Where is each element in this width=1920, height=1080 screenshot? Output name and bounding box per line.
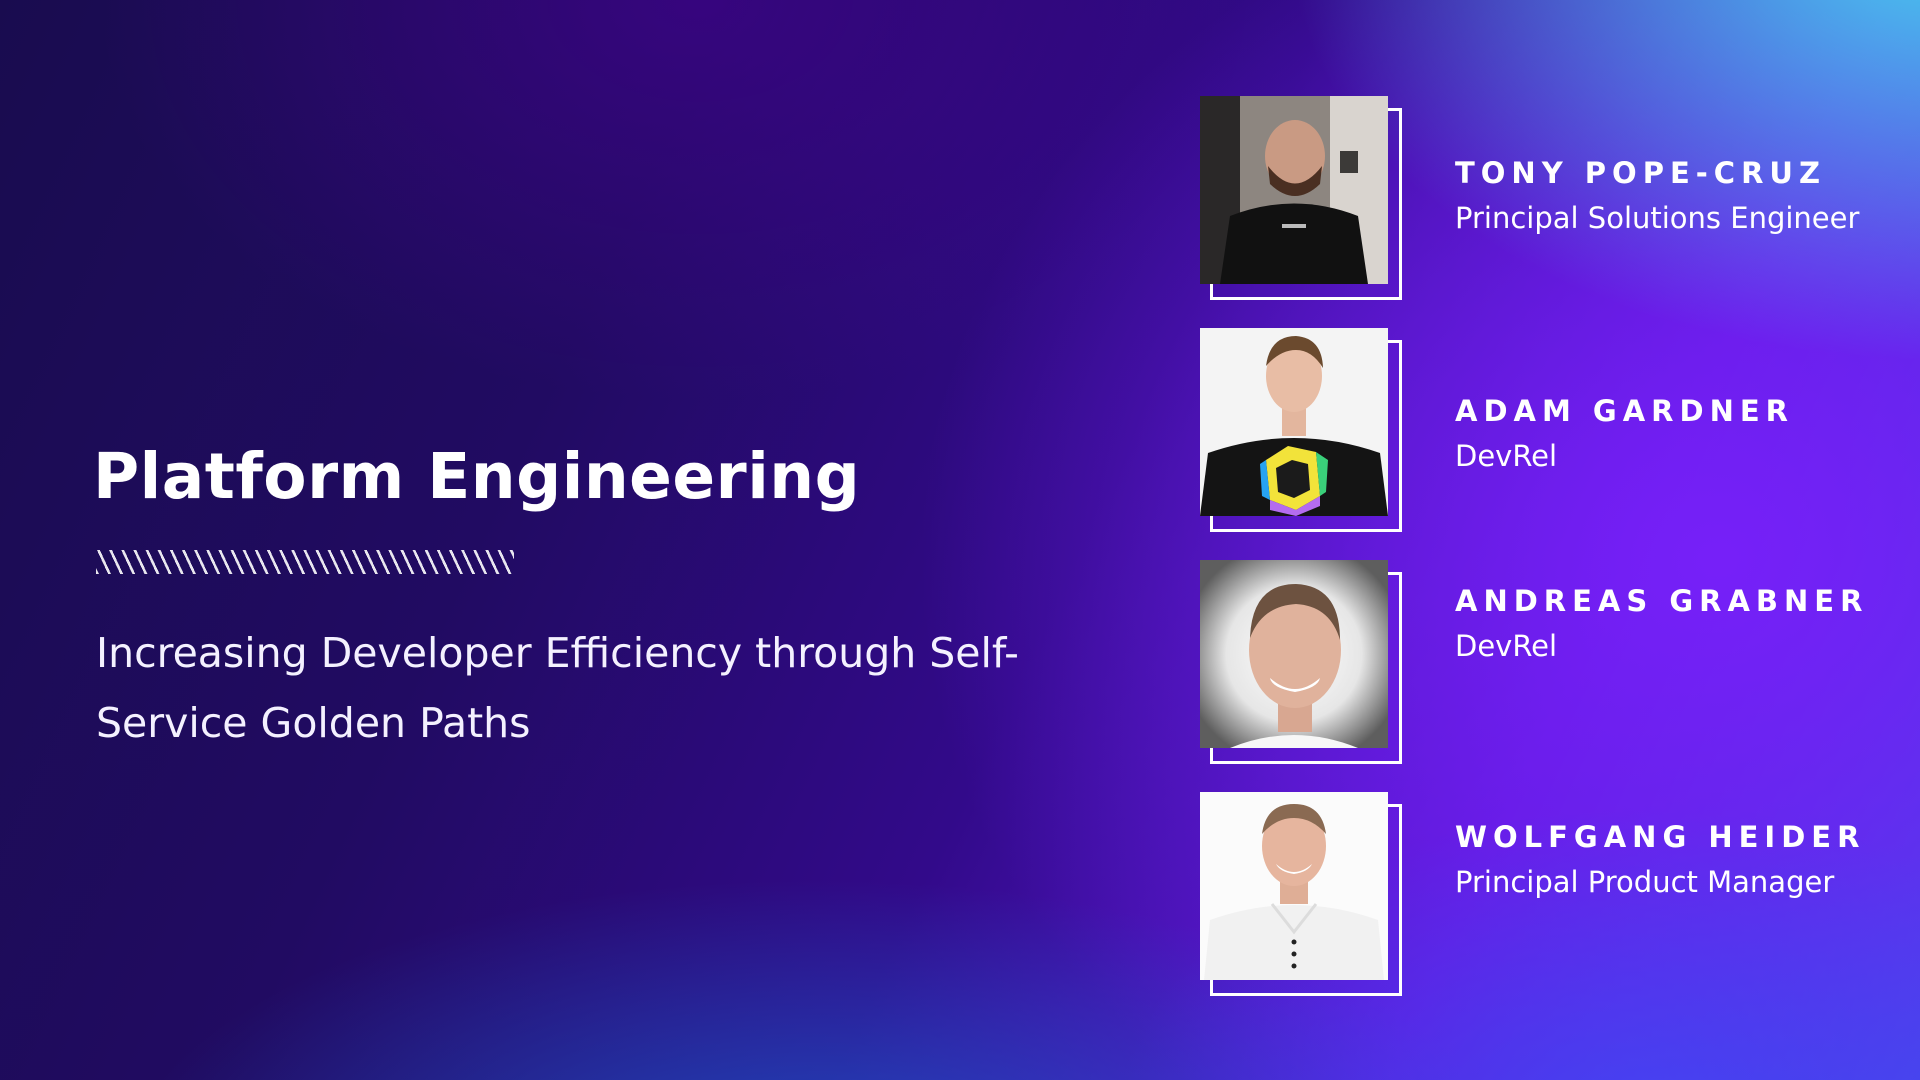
hatched-divider bbox=[96, 550, 514, 574]
speaker-photo bbox=[1200, 560, 1388, 748]
speaker-photo bbox=[1200, 96, 1388, 284]
speaker-info: Wolfgang Heider Principal Product Manage… bbox=[1455, 818, 1875, 902]
speaker-photo-image bbox=[1200, 560, 1388, 748]
speaker-name: Andreas Grabner bbox=[1455, 584, 1869, 618]
speaker-photo-image bbox=[1200, 792, 1388, 980]
speaker-photo bbox=[1200, 792, 1388, 980]
speaker-photo-image bbox=[1200, 96, 1388, 284]
speaker-photo-image bbox=[1200, 328, 1388, 516]
speaker-info: Adam Gardner DevRel bbox=[1455, 392, 1875, 476]
speaker-role: Principal Product Manager bbox=[1455, 865, 1835, 899]
speaker-role: DevRel bbox=[1455, 439, 1558, 473]
speaker-role: DevRel bbox=[1455, 629, 1558, 663]
speaker-name: Tony Pope-Cruz bbox=[1455, 156, 1826, 190]
slide-title: Platform Engineering bbox=[93, 440, 861, 513]
speaker-card-1: Tony Pope-Cruz Principal Solutions Engin… bbox=[1200, 96, 1900, 300]
speaker-photo bbox=[1200, 328, 1388, 516]
speaker-card-3: Andreas Grabner DevRel bbox=[1200, 560, 1900, 764]
speaker-role: Principal Solutions Engineer bbox=[1455, 201, 1860, 235]
speaker-name: Adam Gardner bbox=[1455, 394, 1794, 428]
speaker-name: Wolfgang Heider bbox=[1455, 820, 1866, 854]
slide-subtitle: Increasing Developer Efficiency through … bbox=[96, 629, 1019, 747]
speaker-card-4: Wolfgang Heider Principal Product Manage… bbox=[1200, 792, 1900, 996]
speaker-info: Tony Pope-Cruz Principal Solutions Engin… bbox=[1455, 154, 1875, 238]
speaker-card-2: Adam Gardner DevRel bbox=[1200, 328, 1900, 532]
speaker-info: Andreas Grabner DevRel bbox=[1455, 582, 1875, 666]
